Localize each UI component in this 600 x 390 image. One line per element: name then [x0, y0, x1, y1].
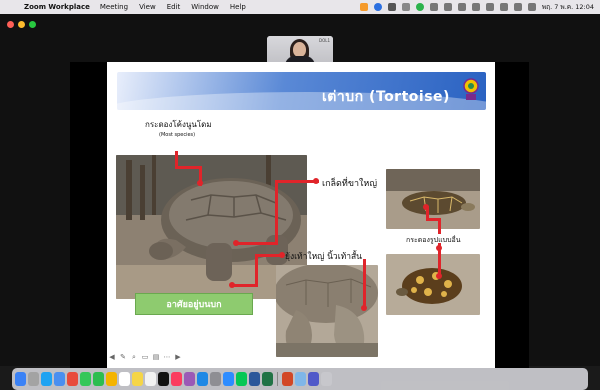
connector-foot-dot — [361, 305, 367, 311]
connector-scales-vert — [275, 180, 278, 244]
messages-icon[interactable] — [80, 372, 91, 386]
connector-star-dot-top — [436, 245, 442, 251]
menu-window[interactable]: Window — [191, 3, 219, 11]
chrome-icon[interactable] — [67, 372, 78, 386]
menu-bar: Zoom Workplace Meeting View Edit Window … — [0, 0, 600, 14]
preview-icon[interactable] — [295, 372, 306, 386]
notes-icon[interactable] — [132, 372, 143, 386]
mail-icon[interactable] — [54, 372, 65, 386]
menu-edit[interactable]: Edit — [167, 3, 181, 11]
next-icon[interactable]: ▶ — [174, 353, 182, 361]
label-shell: กระดองโค้งนูนโดม — [145, 120, 212, 129]
podcasts-icon[interactable] — [184, 372, 195, 386]
close-icon[interactable] — [7, 21, 14, 28]
connector-shell-dot — [197, 180, 203, 186]
facetime-icon[interactable] — [93, 372, 104, 386]
menu-help[interactable]: Help — [230, 3, 246, 11]
teams-icon[interactable] — [308, 372, 319, 386]
school-logo-icon — [463, 78, 479, 100]
caption-icon[interactable]: ▭ — [141, 353, 149, 361]
menu-meeting[interactable]: Meeting — [100, 3, 128, 11]
label-feet: ยุ้งเท้าใหญ่ นิ้วเท้าสั้น — [285, 252, 362, 262]
connector-scales-end-dot — [313, 178, 319, 184]
launchpad-icon[interactable] — [28, 372, 39, 386]
powerpoint-icon[interactable] — [282, 372, 293, 386]
minimize-icon[interactable] — [18, 21, 25, 28]
reminders-icon[interactable] — [145, 372, 156, 386]
connector-feet-vert — [255, 254, 258, 286]
video-tag: DOL1 — [318, 38, 330, 43]
connector-feet-horiz — [255, 254, 281, 257]
connector-pancake-dot — [423, 204, 429, 210]
lock-status-icon[interactable] — [429, 3, 438, 11]
connector-foot-right — [363, 259, 366, 307]
slides-icon[interactable]: ▤ — [152, 353, 160, 361]
connector-pancake-drop — [438, 218, 441, 234]
photos-icon[interactable] — [106, 372, 117, 386]
control-center-icon[interactable] — [527, 3, 536, 11]
clock-status-icon[interactable] — [457, 3, 466, 11]
connector-feet-end-dot — [279, 252, 285, 258]
search-icon[interactable] — [513, 3, 522, 11]
back-icon[interactable]: ◀ — [108, 353, 116, 361]
connector-scales-bottom — [237, 242, 278, 245]
safari-icon[interactable] — [41, 372, 52, 386]
trash-icon[interactable] — [321, 372, 332, 386]
dock-separator — [277, 372, 278, 386]
word-icon[interactable] — [249, 372, 260, 386]
menu-view[interactable]: View — [139, 3, 156, 11]
dock — [12, 368, 588, 390]
slide-banner: เต่าบก (Tortoise) — [117, 72, 486, 110]
finder-icon[interactable] — [15, 372, 26, 386]
zoom-icon[interactable]: ⌕ — [130, 353, 138, 361]
camera-status-icon[interactable] — [387, 3, 396, 11]
input-status-icon[interactable] — [471, 3, 480, 11]
pen-icon[interactable]: ✎ — [119, 353, 127, 361]
label-shell-sub: (Most species) — [159, 132, 196, 138]
habitat-box: อาศัยอยู่บนบก — [135, 293, 253, 315]
connector-shell-horiz — [175, 166, 201, 169]
wifi-icon[interactable] — [499, 3, 508, 11]
window-controls — [7, 21, 36, 28]
clock[interactable]: พฤ. 7 พ.ค. 12:04 — [542, 2, 594, 12]
zoom-status-icon[interactable] — [359, 3, 368, 11]
connector-scales-dot — [233, 240, 239, 246]
status-area: พฤ. 7 พ.ค. 12:04 — [359, 0, 594, 14]
excel-icon[interactable] — [262, 372, 273, 386]
line-status-icon[interactable] — [415, 3, 424, 11]
label-other-shell: กระดองรูปแบบอื่น — [406, 236, 461, 244]
line-icon[interactable] — [236, 372, 247, 386]
settings-icon[interactable] — [210, 372, 221, 386]
music-icon[interactable] — [171, 372, 182, 386]
appstore-icon[interactable] — [197, 372, 208, 386]
connector-star-dot — [436, 273, 442, 279]
slide-title: เต่าบก (Tortoise) — [322, 89, 450, 105]
connector-feet-left — [233, 284, 258, 287]
shared-screen: เต่าบก (Tortoise) กระดองโค้งนูนโดม (Most… — [70, 62, 529, 368]
connector-feet-dot — [229, 282, 235, 288]
zoom-icon[interactable] — [223, 372, 234, 386]
share-status-icon[interactable] — [401, 3, 410, 11]
calendar-icon[interactable] — [119, 372, 130, 386]
maximize-icon[interactable] — [29, 21, 36, 28]
slide: เต่าบก (Tortoise) กระดองโค้งนูนโดม (Most… — [107, 62, 495, 368]
star-tortoise-photo — [386, 254, 480, 315]
tv-icon[interactable] — [158, 372, 169, 386]
battery-icon[interactable] — [485, 3, 494, 11]
annotation-toolbar: ◀ ✎ ⌕ ▭ ▤ ⋯ ▶ — [108, 353, 182, 361]
play-status-icon[interactable] — [443, 3, 452, 11]
more-icon[interactable]: ⋯ — [163, 353, 171, 361]
meet-status-icon[interactable] — [373, 3, 382, 11]
app-menu[interactable]: Zoom Workplace — [24, 3, 90, 11]
label-scales: เกล็ดที่ขาใหญ่ — [322, 179, 378, 189]
